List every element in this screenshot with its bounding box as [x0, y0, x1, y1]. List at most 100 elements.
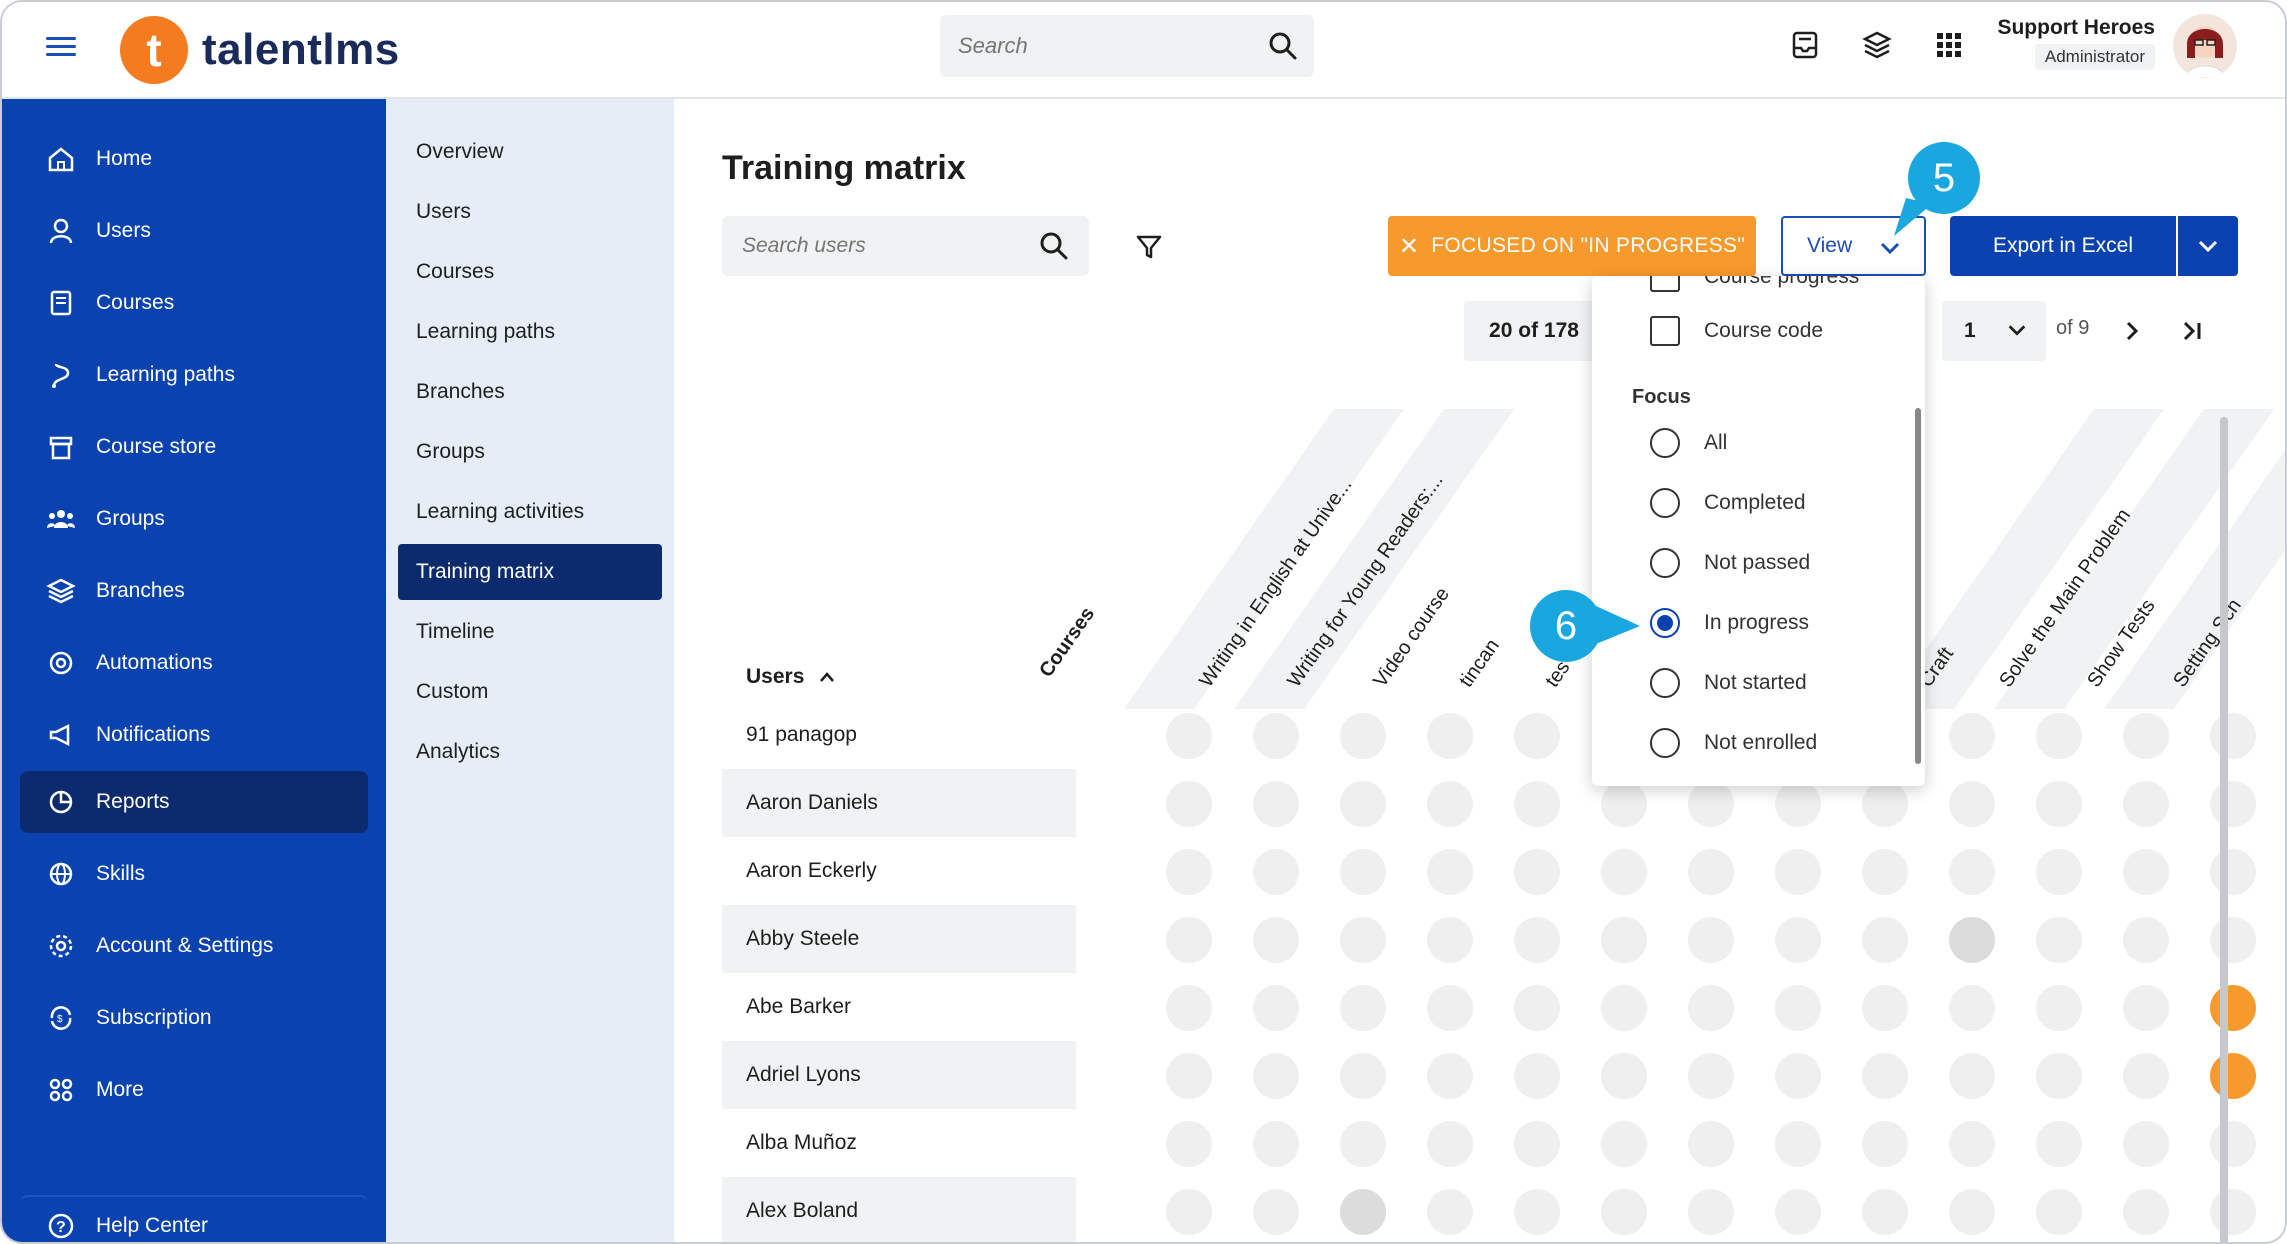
- sidebar-item-course-store[interactable]: Course store: [20, 416, 368, 478]
- sidebar-item-home[interactable]: Home: [20, 128, 368, 190]
- matrix-cell[interactable]: [1949, 849, 1995, 895]
- matrix-cell[interactable]: [2123, 1121, 2169, 1167]
- matrix-cell[interactable]: [1949, 985, 1995, 1031]
- matrix-cell[interactable]: [2123, 713, 2169, 759]
- matrix-cell[interactable]: [1166, 713, 1212, 759]
- sidebar-item-automations[interactable]: Automations: [20, 632, 368, 694]
- subnav-item-timeline[interactable]: Timeline: [398, 604, 662, 660]
- hamburger-menu-icon[interactable]: [46, 32, 76, 62]
- subnav-item-learning-paths[interactable]: Learning paths: [398, 304, 662, 360]
- matrix-cell[interactable]: [1601, 1189, 1647, 1235]
- subnav-item-custom[interactable]: Custom: [398, 664, 662, 720]
- focus-option-all[interactable]: All: [1650, 428, 1727, 458]
- matrix-cell[interactable]: [2036, 985, 2082, 1031]
- matrix-cell[interactable]: [2210, 713, 2256, 759]
- matrix-cell[interactable]: [1427, 849, 1473, 895]
- matrix-cell[interactable]: [1340, 1121, 1386, 1167]
- matrix-cell[interactable]: [2123, 1189, 2169, 1235]
- matrix-cell[interactable]: [1688, 849, 1734, 895]
- dropdown-option-course-code[interactable]: Course code: [1650, 316, 1823, 346]
- matrix-cell[interactable]: [1514, 713, 1560, 759]
- sidebar-item-courses[interactable]: Courses: [20, 272, 368, 334]
- matrix-cell[interactable]: [1253, 713, 1299, 759]
- matrix-cell[interactable]: [1862, 917, 1908, 963]
- inbox-icon[interactable]: [1788, 28, 1822, 62]
- radio-button[interactable]: [1650, 548, 1680, 578]
- matrix-cell[interactable]: [1340, 1053, 1386, 1099]
- matrix-cell[interactable]: [1688, 985, 1734, 1031]
- course-code-checkbox[interactable]: [1650, 316, 1680, 346]
- matrix-cell[interactable]: [1601, 917, 1647, 963]
- subnav-item-users[interactable]: Users: [398, 184, 662, 240]
- matrix-cell[interactable]: [1949, 781, 1995, 827]
- matrix-cell[interactable]: [1862, 1189, 1908, 1235]
- table-row[interactable]: Aaron Daniels: [722, 769, 1076, 837]
- matrix-cell[interactable]: [1949, 713, 1995, 759]
- matrix-cell[interactable]: [2210, 849, 2256, 895]
- matrix-cell[interactable]: [1862, 1053, 1908, 1099]
- clear-focus-button[interactable]: ✕ FOCUSED ON "IN PROGRESS": [1388, 216, 1756, 276]
- focus-option-not-passed[interactable]: Not passed: [1650, 548, 1810, 578]
- matrix-cell[interactable]: [2210, 1189, 2256, 1235]
- users-column-header[interactable]: Users: [746, 665, 836, 689]
- sidebar-item-notifications[interactable]: Notifications: [20, 704, 368, 766]
- matrix-cell[interactable]: [1253, 985, 1299, 1031]
- matrix-cell[interactable]: [1688, 781, 1734, 827]
- help-center-link[interactable]: ? Help Center: [20, 1195, 368, 1242]
- dropdown-scrollbar[interactable]: [1915, 408, 1921, 764]
- matrix-cell[interactable]: [1427, 917, 1473, 963]
- matrix-cell[interactable]: [1862, 781, 1908, 827]
- subnav-item-groups[interactable]: Groups: [398, 424, 662, 480]
- matrix-cell[interactable]: [2123, 917, 2169, 963]
- matrix-cell[interactable]: [1514, 781, 1560, 827]
- search-icon[interactable]: [1039, 231, 1069, 261]
- matrix-cell[interactable]: [1253, 781, 1299, 827]
- matrix-cell[interactable]: [2036, 1121, 2082, 1167]
- matrix-cell[interactable]: [2210, 917, 2256, 963]
- subnav-item-overview[interactable]: Overview: [398, 124, 662, 180]
- matrix-cell[interactable]: [1949, 1053, 1995, 1099]
- dropdown-option-course-progress[interactable]: Course progress: [1650, 276, 1859, 292]
- matrix-cell[interactable]: [1253, 1053, 1299, 1099]
- matrix-cell[interactable]: [1340, 849, 1386, 895]
- matrix-cell[interactable]: [1166, 1189, 1212, 1235]
- matrix-cell[interactable]: [1166, 849, 1212, 895]
- matrix-cell[interactable]: [1166, 917, 1212, 963]
- table-row[interactable]: Alex Boland: [722, 1177, 1076, 1242]
- focus-option-in-progress[interactable]: In progress: [1650, 608, 1809, 638]
- focus-option-not-started[interactable]: Not started: [1650, 668, 1807, 698]
- table-row[interactable]: Abby Steele: [722, 905, 1076, 973]
- matrix-cell[interactable]: [1253, 849, 1299, 895]
- sidebar-item-reports[interactable]: Reports: [20, 771, 368, 833]
- search-icon[interactable]: [1268, 31, 1298, 61]
- focus-option-completed[interactable]: Completed: [1650, 488, 1806, 518]
- course-column-label[interactable]: tincan: [1455, 635, 1504, 692]
- matrix-cell[interactable]: [1688, 1189, 1734, 1235]
- matrix-cell[interactable]: [1166, 1121, 1212, 1167]
- sidebar-item-groups[interactable]: Groups: [20, 488, 368, 550]
- matrix-cell[interactable]: [1775, 985, 1821, 1031]
- matrix-cell[interactable]: [1253, 917, 1299, 963]
- matrix-cell[interactable]: [1949, 917, 1995, 963]
- user-search-input[interactable]: [740, 216, 1030, 276]
- filter-icon[interactable]: [1134, 232, 1164, 262]
- matrix-cell[interactable]: [1862, 1121, 1908, 1167]
- matrix-cell[interactable]: [2210, 985, 2256, 1031]
- export-excel-button[interactable]: Export in Excel: [1950, 216, 2176, 276]
- matrix-cell[interactable]: [1949, 1189, 1995, 1235]
- branches-switch-icon[interactable]: [1860, 28, 1894, 62]
- matrix-cell[interactable]: [1601, 985, 1647, 1031]
- course-progress-checkbox[interactable]: [1650, 276, 1680, 292]
- matrix-cell[interactable]: [2036, 1189, 2082, 1235]
- course-column-label[interactable]: tes: [1541, 657, 1575, 692]
- matrix-cell[interactable]: [2123, 781, 2169, 827]
- radio-button[interactable]: [1650, 488, 1680, 518]
- radio-button[interactable]: [1650, 728, 1680, 758]
- export-options-button[interactable]: [2178, 216, 2238, 276]
- matrix-cell[interactable]: [1514, 1121, 1560, 1167]
- logo[interactable]: t talentlms: [120, 12, 400, 88]
- apps-grid-icon[interactable]: [1932, 28, 1966, 62]
- matrix-cell[interactable]: [1427, 1121, 1473, 1167]
- close-icon[interactable]: ✕: [1399, 232, 1419, 261]
- matrix-cell[interactable]: [1340, 781, 1386, 827]
